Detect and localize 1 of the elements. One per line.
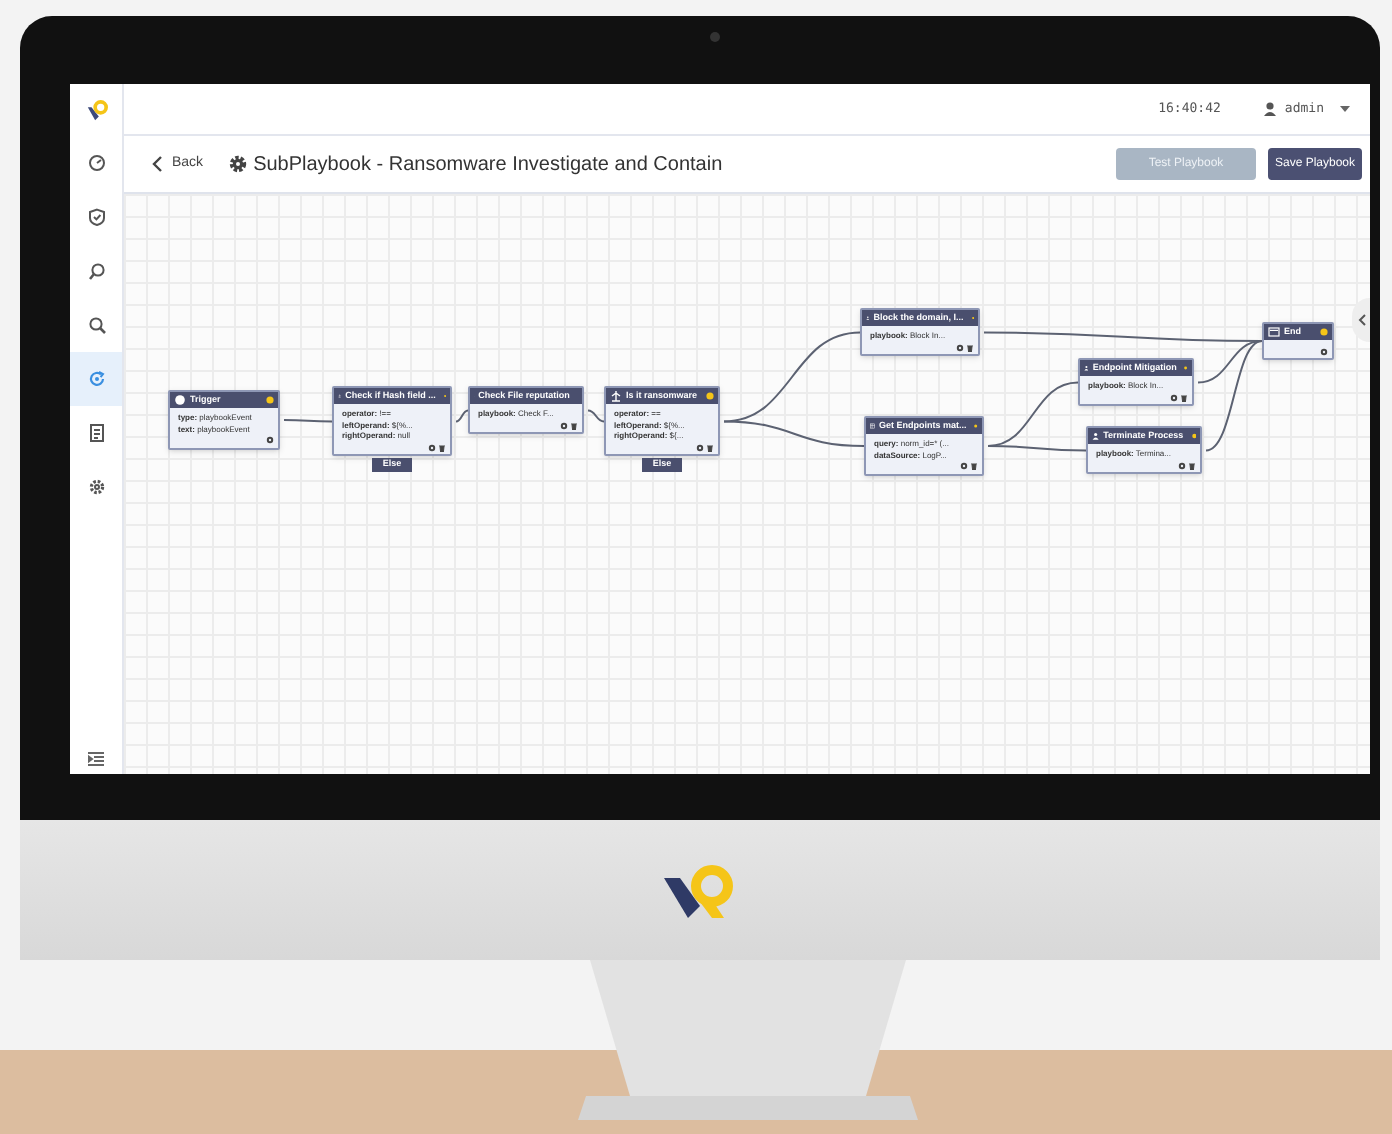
playbook-title: SubPlaybook - Ransomware Investigate and Contain [253, 151, 723, 179]
